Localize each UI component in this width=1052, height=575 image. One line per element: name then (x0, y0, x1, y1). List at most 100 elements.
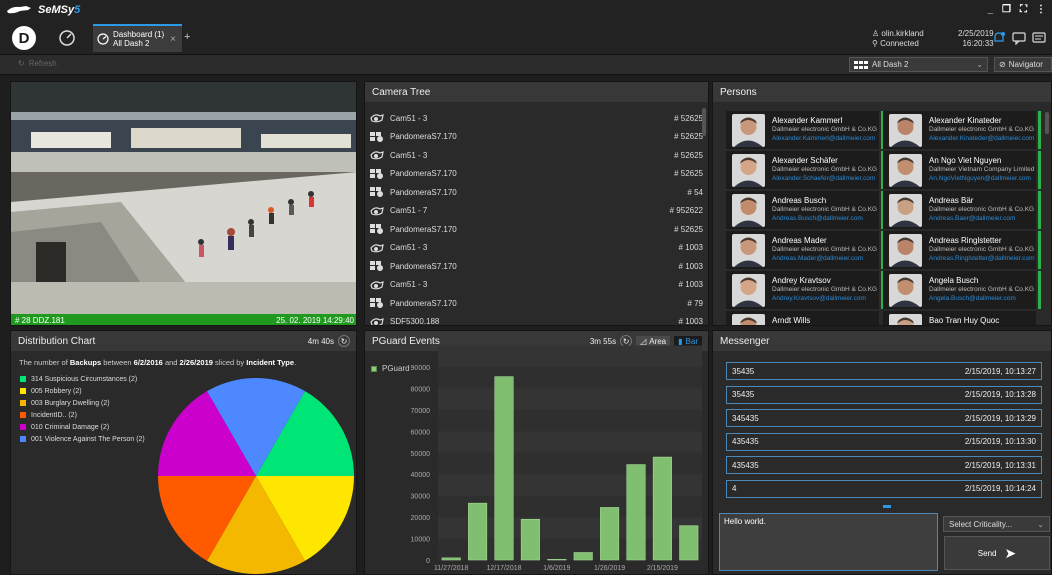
scrollbar[interactable] (702, 108, 706, 136)
splitter-handle[interactable] (883, 505, 891, 508)
send-button[interactable]: Send ➤ (944, 536, 1050, 570)
home-logo-button[interactable]: D (12, 26, 36, 50)
bar[interactable] (652, 456, 672, 561)
bar[interactable] (547, 559, 567, 561)
camera-tree-item[interactable]: PandomeraS7.170 # 54 (369, 183, 703, 201)
person-email[interactable]: An.NgoVietNguyen@dallmeier.com (929, 175, 1031, 182)
legend-item[interactable]: 001 Violence Against The Person (2) (20, 434, 145, 444)
message-item[interactable]: 435435 2/15/2019, 10:13:31 (726, 456, 1042, 474)
refresh-button[interactable]: ↻ Refresh (18, 59, 57, 68)
minimize-button[interactable]: _ (987, 4, 993, 15)
camera-tree-item[interactable]: PandomeraS7.170 # 52625 (369, 165, 703, 183)
message-item[interactable]: 345435 2/15/2019, 10:13:29 (726, 409, 1042, 427)
legend-swatch (20, 424, 26, 430)
navigator-button[interactable]: ⊘ Navigator (994, 57, 1052, 72)
avatar (889, 234, 922, 267)
tab-close-icon[interactable]: × (170, 34, 176, 45)
person-card[interactable]: An Ngo Viet Nguyen Dallmeier Vietnam Comp… (883, 151, 1041, 189)
y-tick-label: 30000 (411, 494, 431, 501)
camera-tree-item[interactable]: Cam51 - 3 # 52625 (369, 146, 703, 164)
person-email[interactable]: Alexander.Schaefer@dallmeier.com (772, 175, 875, 182)
camera-tree-item[interactable]: Cam51 - 3 # 1003 (369, 276, 703, 294)
person-email[interactable]: Alexander.Kinateder@dallmeier.com (929, 135, 1034, 142)
person-card[interactable]: Arndt Wills (726, 311, 879, 325)
camera-tree-item[interactable]: PandomeraS7.170 # 1003 (369, 257, 703, 275)
person-email[interactable]: Andreas.Busch@dallmeier.com (772, 215, 863, 222)
person-email[interactable]: Angela.Busch@dallmeier.com (929, 295, 1016, 302)
bar[interactable] (573, 552, 593, 561)
message-date: 2/15/2019, 10:13:27 (964, 366, 1036, 376)
message-item[interactable]: 35435 2/15/2019, 10:13:28 (726, 385, 1042, 404)
message-date: 2/15/2019, 10:13:29 (964, 413, 1036, 423)
tab-dashboard[interactable]: Dashboard (1) All Dash 2 × (93, 24, 182, 52)
legend-label: 314 Suspicious Circumstances (2) (31, 375, 138, 383)
person-card[interactable]: Angela Busch Dallmeier electronic GmbH & … (883, 271, 1041, 309)
messages-icon[interactable] (1032, 31, 1046, 45)
person-company: Dallmeier electronic GmbH & Co.KG (772, 166, 878, 173)
camera-tree-item[interactable]: SDF5300.188 # 1003 (369, 313, 703, 325)
camera-number: # 1003 (678, 243, 703, 252)
legend-item[interactable]: 005 Robbery (2) (20, 386, 82, 396)
refresh-icon[interactable]: ↻ (338, 335, 350, 347)
presence-indicator (1038, 191, 1041, 229)
camera-tree-panel: Camera Tree Cam51 - 3 # 52625 PandomeraS7.… (364, 81, 709, 326)
avatar (732, 274, 765, 307)
person-card[interactable]: Andreas Busch Dallmeier electronic GmbH &… (726, 191, 884, 229)
person-card[interactable]: Bao Tran Huy Quoc (883, 311, 1036, 325)
panel-header: Persons (713, 82, 1051, 102)
camera-name: PandomeraS7.170 (390, 169, 457, 178)
person-email[interactable]: Andrey.Kravtsov@dallmeier.com (772, 295, 866, 302)
camera-name: PandomeraS7.170 (390, 261, 457, 271)
person-email[interactable]: Andreas.Mader@dallmeier.com (772, 255, 863, 262)
person-email[interactable]: Andreas.Baer@dallmeier.com (929, 215, 1015, 222)
camera-tree-item[interactable]: PandomeraS7.170 # 52625 (369, 128, 703, 146)
message-item[interactable]: 35435 2/15/2019, 10:13:27 (726, 362, 1042, 380)
person-card[interactable]: Alexander Kinateder Dallmeier electronic … (883, 111, 1041, 149)
bar[interactable] (441, 557, 461, 561)
chat-icon[interactable] (1012, 31, 1026, 45)
person-company: Dallmeier electronic GmbH & Co.KG (772, 286, 878, 293)
add-tab-button[interactable]: + (184, 31, 190, 43)
scrollbar[interactable] (1045, 112, 1049, 134)
avatar (889, 114, 922, 147)
person-email[interactable]: Alexander.Kammerl@dallmeier.com (772, 135, 875, 142)
message-item[interactable]: 4 2/15/2019, 10:14:24 (726, 479, 1042, 498)
message-input[interactable]: Hello world. (719, 513, 938, 571)
bar[interactable] (600, 507, 620, 561)
video-panel[interactable]: # 28 DDZ.181 25. 02. 2019 14:29:40 (10, 81, 357, 326)
camera-tree-item[interactable]: Cam51 - 3 # 1003 (369, 239, 703, 257)
camera-multi-icon (369, 297, 385, 309)
camera-tree-item[interactable]: PandomeraS7.170 # 79 (369, 294, 703, 312)
camera-tree-item[interactable]: Cam51 - 7 # 952622 (369, 202, 703, 220)
camera-tree-item[interactable]: Cam51 - 3 # 52625 (369, 109, 703, 127)
dashboard-select[interactable]: All Dash 2 ⌄ (849, 57, 988, 72)
gauge-icon[interactable] (58, 29, 76, 47)
bar[interactable] (468, 502, 488, 561)
more-button[interactable]: ⋮ (1036, 4, 1046, 15)
person-card[interactable]: Alexander Schäfer Dallmeier electronic Gm… (726, 151, 884, 189)
person-company: Dallmeier electronic GmbH & Co.KG (929, 246, 1035, 253)
person-card[interactable]: Andrey Kravtsov Dallmeier electronic GmbH… (726, 271, 884, 309)
person-company: Dallmeier electronic GmbH & Co.KG (772, 206, 878, 213)
legend-item[interactable]: 010 Criminal Damage (2) (20, 422, 109, 432)
message-id: 435435 (732, 437, 759, 446)
message-item[interactable]: 435435 2/15/2019, 10:13:30 (726, 432, 1042, 451)
person-card[interactable]: Andreas Mader Dallmeier electronic GmbH &… (726, 231, 884, 269)
person-email[interactable]: Andreas.Ringlstetter@dallmeier.com (929, 255, 1035, 262)
notifications-icon[interactable] (992, 31, 1006, 45)
legend-item[interactable]: IncidentID.. (2) (20, 410, 77, 420)
restore-button[interactable]: ❐ (1002, 4, 1011, 15)
y-tick-label: 90000 (411, 365, 431, 372)
bar[interactable] (520, 518, 540, 561)
bar[interactable] (679, 525, 699, 561)
person-card[interactable]: Alexander Kammerl Dallmeier electronic Gm… (726, 111, 884, 149)
camera-tree-item[interactable]: PandomeraS7.170 # 52625 (369, 220, 703, 238)
legend-item[interactable]: 003 Burglary Dwelling (2) (20, 398, 110, 408)
person-card[interactable]: Andreas Bär Dallmeier electronic GmbH & C… (883, 191, 1041, 229)
fullscreen-button[interactable]: ⛶ (1020, 4, 1027, 15)
person-card[interactable]: Andreas Ringlstetter Dallmeier electronic… (883, 231, 1041, 269)
criticality-select[interactable]: Select Criticality... ⌄ (943, 516, 1050, 532)
bar[interactable] (626, 464, 646, 561)
legend-item[interactable]: 314 Suspicious Circumstances (2) (20, 374, 137, 384)
bar[interactable] (494, 376, 514, 561)
